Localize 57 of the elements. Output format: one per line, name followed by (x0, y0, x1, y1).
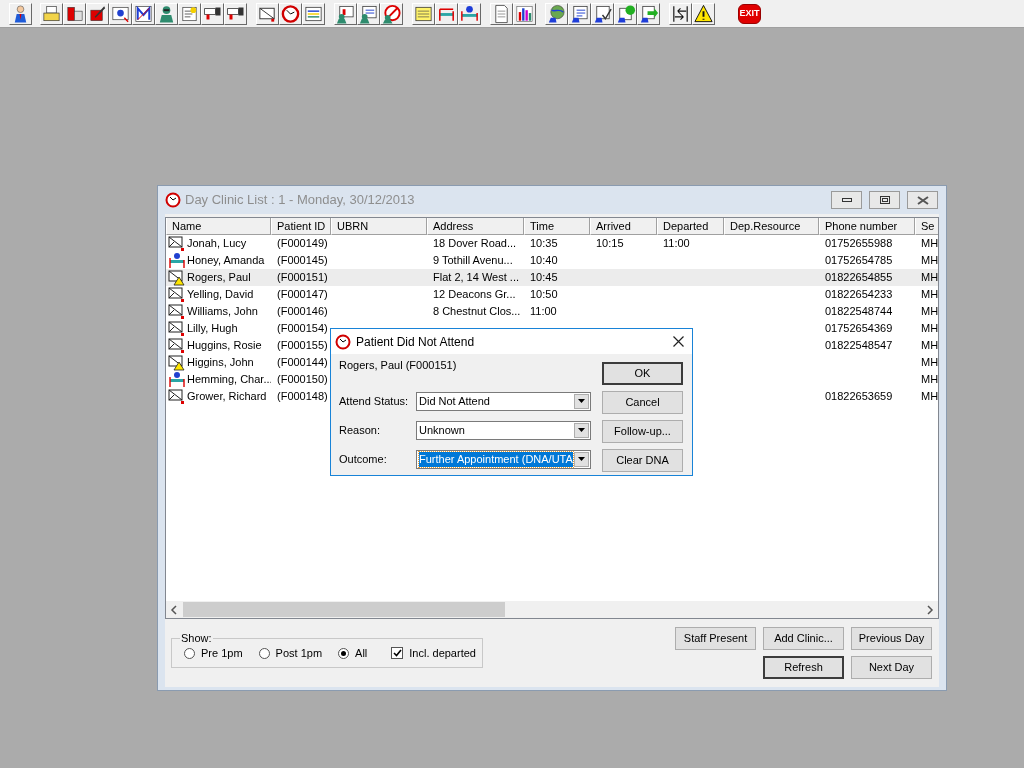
table-cell-text: 10:50 (530, 287, 558, 303)
table-cell-text: 11:00 (663, 236, 690, 252)
table-cell-text: MH (921, 389, 938, 405)
table-cell-text: 18 Dover Road... (433, 236, 517, 252)
table-cell-text: Rogers, Paul (187, 270, 251, 286)
table-cell-text: 01822653659 (825, 389, 893, 405)
table-cell-text: 01752654785 (825, 253, 893, 269)
table-cell-text: Hemming, Char... (187, 372, 271, 388)
table-cell-text: 10:40 (530, 253, 558, 269)
table-cell-text: 10:45 (530, 270, 558, 286)
table-cell-text: MH (921, 355, 938, 371)
table-cell-text: 01752655988 (825, 236, 893, 252)
table-cell-text: 01822654855 (825, 270, 893, 286)
table-cell-text: 01822654233 (825, 287, 893, 303)
table-cell-text: (F000154) (277, 321, 328, 337)
table-cell-text: MH (921, 236, 938, 252)
table-cell-text: 01822548744 (825, 304, 893, 320)
table-cell-text: 10:15 (596, 236, 624, 252)
table-cell-text: MH (921, 287, 938, 303)
table-cell-text: Williams, John (187, 304, 258, 320)
table-cell-text: (F000151) (277, 270, 328, 286)
group-label: Show: (180, 631, 213, 645)
table-cell-text: (F000149) (277, 236, 328, 252)
table-cell-text: Yelling, David (187, 287, 254, 303)
field-label: Reason: (339, 422, 381, 438)
field-label: Attend Status: (339, 393, 410, 409)
table-cell-text: MH (921, 253, 938, 269)
table-cell-text: 01822548547 (825, 338, 893, 354)
window-title: Day Clinic List : 1 - Monday, 30/12/2013 (185, 191, 415, 210)
table-cell-text: 9 Tothill Avenu... (433, 253, 513, 269)
table-cell-text: Huggins, Rosie (187, 338, 262, 354)
table-cell-text: 11:00 (530, 304, 557, 320)
table-cell-text: (F000146) (277, 304, 328, 320)
table-cell-text: Flat 2, 14 West ... (433, 270, 519, 286)
table-cell-text: MH (921, 338, 938, 354)
table-cell-text: 10:35 (530, 236, 558, 252)
table-cell-text: (F000147) (277, 287, 328, 303)
table-cell-text: (F000155) (277, 338, 328, 354)
table-cell-text: Honey, Amanda (187, 253, 265, 269)
table-cell-text: (F000144) (277, 355, 328, 371)
table-cell-text: Lilly, Hugh (187, 321, 238, 337)
table-cell-text: (F000145) (277, 253, 328, 269)
dialog-title: Patient Did Not Attend (356, 333, 475, 351)
table-cell-text: 8 Chestnut Clos... (433, 304, 521, 320)
table-cell-text: MH (921, 270, 938, 286)
table-cell-text: (F000148) (277, 389, 328, 405)
table-cell-text: Jonah, Lucy (187, 236, 247, 252)
patient-label: Rogers, Paul (F000151) (339, 358, 458, 373)
table-cell-text: Grower, Richard (187, 389, 267, 405)
field-label: Outcome: (339, 451, 388, 467)
table-cell-text: 01752654369 (825, 321, 893, 337)
table-cell-text: (F000150) (277, 372, 328, 388)
table-cell-text: MH (921, 372, 938, 388)
table-cell-text: MH (921, 304, 938, 320)
table-cell-text: Higgins, John (187, 355, 254, 371)
table-cell-text: MH (921, 321, 938, 337)
table-cell-text: 12 Deacons Gr... (433, 287, 516, 303)
